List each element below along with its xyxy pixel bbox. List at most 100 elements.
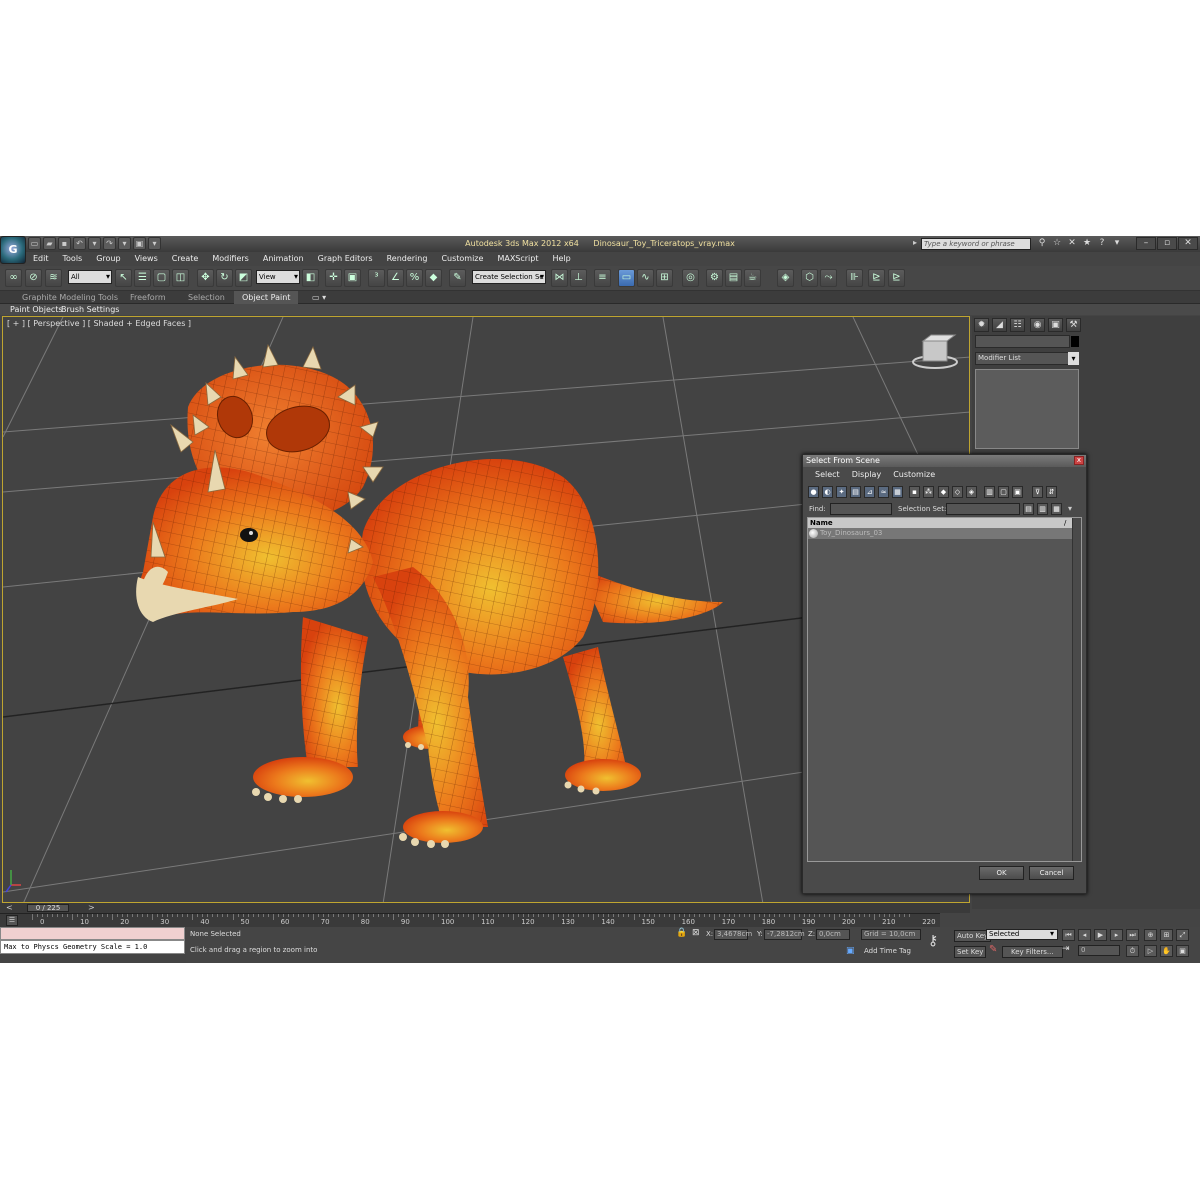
undo-dropdown-icon[interactable]: ▾: [88, 237, 101, 250]
unlink-icon[interactable]: ⊘: [25, 269, 42, 287]
menu-maxscript[interactable]: MAXScript: [490, 252, 545, 266]
menu-help[interactable]: Help: [546, 252, 578, 266]
select-none-icon[interactable]: ▢: [998, 486, 1009, 498]
help-icon[interactable]: ?: [1096, 237, 1108, 250]
motion-tab-icon[interactable]: ◉: [1030, 318, 1045, 332]
time-slider[interactable]: 0 / 225: [27, 904, 69, 912]
select-object-icon[interactable]: ↖: [115, 269, 132, 287]
play-icon[interactable]: ▶: [1094, 929, 1107, 941]
list-item[interactable]: Toy_Dinosaurs_03: [808, 528, 1072, 539]
time-tag-icon[interactable]: ▣: [846, 946, 855, 956]
redo-dropdown-icon[interactable]: ▾: [118, 237, 131, 250]
reference-coordinate-dropdown[interactable]: View: [256, 270, 300, 284]
minimize-button[interactable]: –: [1136, 237, 1156, 250]
display-all-icon[interactable]: ◆: [938, 486, 949, 498]
dialog-menu-display[interactable]: Display: [846, 469, 888, 481]
dialog-menu-select[interactable]: Select: [809, 469, 846, 481]
key-mode-toggle-icon[interactable]: ⇥: [1062, 944, 1070, 954]
display-xrefs-icon[interactable]: ▪: [909, 486, 920, 498]
link-icon[interactable]: ∞: [5, 269, 22, 287]
time-slider-prev-icon[interactable]: <: [6, 903, 13, 912]
redo-icon[interactable]: ↷: [103, 237, 116, 250]
save-selection-set-icon[interactable]: ▤: [1023, 503, 1034, 515]
set-key-brush-icon[interactable]: ✎: [989, 944, 997, 955]
selection-set-dropdown[interactable]: [946, 503, 1020, 515]
help-dropdown-icon[interactable]: ▾: [1111, 237, 1123, 250]
maximize-viewport-icon[interactable]: ▣: [1176, 945, 1189, 957]
ribbon-minimize-icon[interactable]: ▭ ▾: [312, 291, 326, 304]
curve-editor-icon[interactable]: ∿: [637, 269, 654, 287]
menu-customize[interactable]: Customize: [434, 252, 490, 266]
key-mode-arrow-icon[interactable]: ▾: [1050, 929, 1054, 938]
menu-graph-editors[interactable]: Graph Editors: [311, 252, 380, 266]
track-bar[interactable]: ☰ 0 10 20 30 40 50 60 70 80 90 100 110 120 130 140 150 1…: [0, 913, 940, 927]
menu-modifiers[interactable]: Modifiers: [205, 252, 256, 266]
zoom-extents-icon[interactable]: ⤢: [1176, 929, 1189, 941]
extra-tool-2-icon[interactable]: ⬡: [801, 269, 818, 287]
utilities-tab-icon[interactable]: ⚒: [1066, 318, 1081, 332]
delete-selection-set-icon[interactable]: ▦: [1051, 503, 1062, 515]
menu-tools[interactable]: Tools: [56, 252, 90, 266]
dialog-title[interactable]: Select From Scene: [803, 455, 1086, 467]
angle-snap-icon[interactable]: ∠: [387, 269, 404, 287]
display-spacewarps-icon[interactable]: ≈: [878, 486, 889, 498]
rotate-icon[interactable]: ↻: [216, 269, 233, 287]
scale-icon[interactable]: ◩: [235, 269, 252, 287]
filter-icon[interactable]: ⊽: [1032, 486, 1043, 498]
named-selection-set-dropdown[interactable]: Create Selection Se: [472, 270, 546, 284]
edit-selection-set-icon[interactable]: ▥: [1037, 503, 1048, 515]
viewport-label[interactable]: [ + ] [ Perspective ] [ Shaded + Edged F…: [7, 319, 191, 328]
tab-freeform[interactable]: Freeform: [122, 291, 174, 304]
communication-icon[interactable]: ✕: [1066, 237, 1078, 250]
modifier-stack[interactable]: [975, 369, 1079, 449]
project-folder-icon[interactable]: ▣: [133, 237, 146, 250]
hierarchy-tab-icon[interactable]: ☷: [1010, 318, 1025, 332]
maxscript-output[interactable]: Max to Physcs Geometry Scale = 1.0: [0, 940, 185, 954]
extra-tool-5-icon[interactable]: ⊵: [868, 269, 885, 287]
layer-manager-icon[interactable]: ≡: [594, 269, 611, 287]
application-menu-button[interactable]: G: [0, 236, 26, 264]
panel-brush-settings[interactable]: Brush Settings: [61, 304, 119, 315]
search-input[interactable]: Type a keyword or phrase: [921, 238, 1031, 250]
mirror-icon[interactable]: ⋈: [551, 269, 568, 287]
menu-animation[interactable]: Animation: [256, 252, 311, 266]
menu-views[interactable]: Views: [128, 252, 165, 266]
edit-named-selection-icon[interactable]: ✎: [449, 269, 466, 287]
new-file-icon[interactable]: ▭: [28, 237, 41, 250]
key-mode-dropdown[interactable]: Selected: [986, 929, 1058, 940]
favorites-icon[interactable]: ★: [1081, 237, 1093, 250]
current-frame-field[interactable]: 0: [1078, 945, 1120, 956]
display-geometry-icon[interactable]: ●: [808, 486, 819, 498]
add-time-tag-button[interactable]: Add Time Tag: [864, 947, 911, 955]
snaps-toggle-icon[interactable]: ³: [368, 269, 385, 287]
quick-access-dropdown-icon[interactable]: ▾: [148, 237, 161, 250]
list-scrollbar[interactable]: [1072, 518, 1081, 861]
y-coordinate-field[interactable]: -7,2812cm: [764, 929, 805, 940]
find-input[interactable]: [830, 503, 892, 515]
go-to-start-icon[interactable]: ⏮: [1062, 929, 1075, 941]
open-file-icon[interactable]: ▰: [43, 237, 56, 250]
cancel-button[interactable]: Cancel: [1029, 866, 1074, 880]
select-invert-icon[interactable]: ▣: [1012, 486, 1023, 498]
bind-space-warp-icon[interactable]: ≋: [45, 269, 62, 287]
extra-tool-6-icon[interactable]: ⊵: [888, 269, 905, 287]
field-of-view-icon[interactable]: ▷: [1144, 945, 1157, 957]
zoom-all-icon[interactable]: ⊞: [1160, 929, 1173, 941]
select-all-icon[interactable]: ▥: [984, 486, 995, 498]
modifier-list-dropdown[interactable]: Modifier List: [975, 352, 1079, 365]
selection-set-menu-icon[interactable]: ▾: [1068, 504, 1072, 513]
display-tab-icon[interactable]: ▣: [1048, 318, 1063, 332]
display-groups-icon[interactable]: ▦: [892, 486, 903, 498]
graphite-ribbon-toggle-icon[interactable]: ▭: [618, 269, 635, 287]
close-button[interactable]: ✕: [1178, 237, 1198, 250]
keyboard-shortcut-override-icon[interactable]: ▣: [344, 269, 361, 287]
display-helpers-icon[interactable]: ⊿: [864, 486, 875, 498]
go-to-end-icon[interactable]: ⏭: [1126, 929, 1139, 941]
extra-tool-3-icon[interactable]: ⤳: [820, 269, 837, 287]
modify-tab-icon[interactable]: ◢: [992, 318, 1007, 332]
maximize-button[interactable]: ▫: [1157, 237, 1177, 250]
object-color-swatch[interactable]: [1071, 336, 1079, 347]
render-production-icon[interactable]: ☕: [744, 269, 761, 287]
create-tab-icon[interactable]: ✹: [974, 318, 989, 332]
modifier-list-arrow-icon[interactable]: ▾: [1068, 352, 1079, 365]
